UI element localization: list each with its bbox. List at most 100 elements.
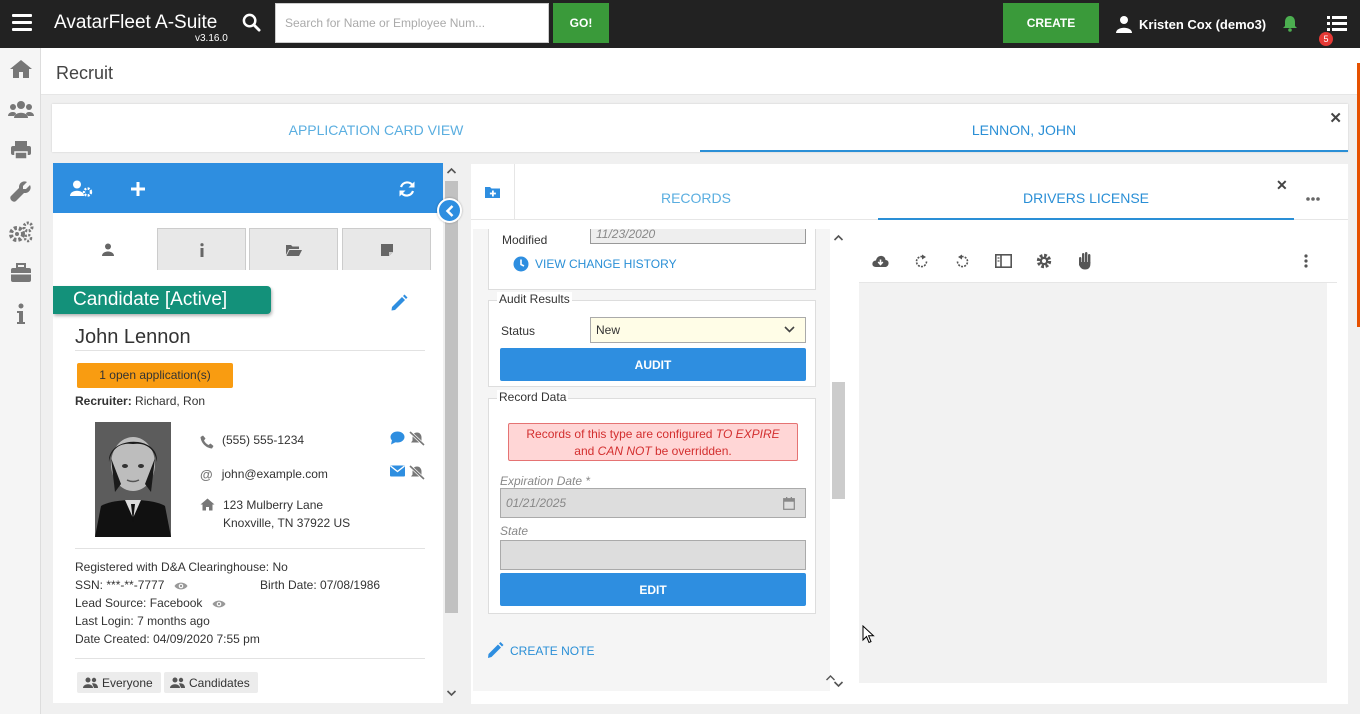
gear-icon[interactable] — [1035, 252, 1053, 270]
page-header: Recruit — [41, 48, 1360, 95]
chevron-down-icon — [784, 326, 795, 333]
notifications-off-icon[interactable] — [409, 465, 425, 480]
view-change-history-link[interactable]: VIEW CHANGE HISTORY — [513, 256, 677, 272]
create-button[interactable]: CREATE — [1003, 3, 1099, 43]
address: 123 Mulberry Lane Knoxville, TN 37922 US — [223, 496, 350, 532]
scroll-up-icon[interactable] — [444, 165, 459, 177]
viewer-toolbar — [859, 231, 1337, 283]
edit-button[interactable]: EDIT — [500, 573, 806, 606]
rotate-clockwise-icon[interactable] — [912, 252, 930, 270]
alert-text-1: Records of this type are configured — [526, 427, 713, 441]
envelope-icon[interactable] — [390, 465, 405, 477]
sidebar-toggle-icon[interactable] — [994, 252, 1012, 270]
date-created-value: 04/09/2020 7:55 pm — [153, 632, 260, 646]
status-select[interactable]: New — [590, 317, 806, 343]
refresh-icon[interactable] — [398, 180, 416, 201]
audit-button[interactable]: AUDIT — [500, 348, 806, 381]
date-created-line: Date Created: 04/09/2020 7:55 pm — [75, 632, 260, 646]
go-button[interactable]: GO! — [553, 3, 609, 43]
candidate-panel: Candidate [Active] John Lennon 1 open ap… — [53, 163, 443, 703]
scroll-up-icon[interactable] — [830, 232, 847, 244]
tab-records[interactable]: RECORDS — [515, 164, 877, 220]
more-vertical-icon[interactable] — [1297, 252, 1315, 270]
notifications-off-icon[interactable] — [409, 431, 425, 446]
tab-application-card-view[interactable]: APPLICATION CARD VIEW — [52, 104, 700, 152]
state-field[interactable] — [500, 540, 806, 570]
wrench-icon[interactable] — [8, 178, 34, 204]
new-folder-icon[interactable] — [471, 164, 515, 220]
create-note-label: CREATE NOTE — [510, 643, 595, 658]
eye-icon[interactable] — [212, 599, 226, 609]
tab-notes[interactable] — [342, 228, 431, 270]
open-applications-badge[interactable]: 1 open application(s) — [77, 363, 233, 388]
expiration-date-label: Expiration Date * — [500, 474, 591, 488]
pan-hand-icon[interactable] — [1076, 252, 1094, 270]
birth-date-value: 07/08/1986 — [320, 578, 381, 592]
tab-documents[interactable] — [249, 228, 338, 270]
create-note-link[interactable]: CREATE NOTE — [487, 642, 594, 659]
expiration-date-value: 01/21/2025 — [506, 496, 567, 510]
group-chip[interactable]: Everyone — [77, 672, 161, 693]
bell-icon[interactable] — [1282, 15, 1298, 35]
view-change-history-label: VIEW CHANGE HISTORY — [535, 257, 677, 271]
home-icon[interactable] — [8, 56, 34, 82]
last-login-value: 7 months ago — [137, 614, 210, 628]
rotate-counterclockwise-icon[interactable] — [953, 252, 971, 270]
modified-label: Modified — [502, 233, 548, 247]
scroll-down-icon[interactable] — [444, 687, 459, 699]
ssn-value: ***-**-7777 — [106, 578, 165, 592]
candidate-scrollbar[interactable] — [444, 163, 459, 703]
audit-results-legend: Audit Results — [497, 292, 572, 306]
more-options-icon[interactable] — [1306, 189, 1320, 204]
users-icon — [170, 677, 185, 688]
scroll-down-icon[interactable] — [830, 678, 847, 690]
main-tabs: APPLICATION CARD VIEW LENNON, JOHN ✕ — [52, 104, 1348, 152]
tab-candidate[interactable]: LENNON, JOHN — [700, 104, 1348, 152]
phone-number[interactable]: (555) 555-1234 — [222, 433, 304, 447]
user-menu[interactable]: Kristen Cox (demo3) — [1115, 14, 1266, 34]
eye-icon[interactable] — [174, 581, 188, 591]
group-chip[interactable]: Candidates — [164, 672, 258, 693]
close-icon[interactable]: ✕ — [1276, 177, 1288, 194]
birth-date-line: Birth Date: 07/08/1986 — [260, 578, 380, 592]
recruiter-value: Richard, Ron — [135, 394, 206, 408]
record-data-section: Record Data Records of this type are con… — [488, 390, 816, 614]
home-icon — [200, 498, 215, 511]
record-form: Modified 11/23/2020 VIEW CHANGE HISTORY … — [473, 229, 831, 691]
info-icon — [199, 242, 204, 257]
briefcase-icon[interactable] — [8, 260, 34, 286]
print-icon[interactable] — [8, 137, 34, 163]
calendar-icon[interactable] — [783, 497, 795, 510]
user-settings-icon[interactable] — [70, 180, 93, 200]
tab-profile[interactable] — [63, 228, 152, 270]
scrollbar-thumb[interactable] — [832, 382, 845, 499]
tab-info[interactable] — [157, 228, 246, 270]
notification-badge: 5 — [1319, 32, 1333, 46]
email-address[interactable]: john@example.com — [222, 467, 328, 481]
top-bar: AvatarFleet A-Suite v3.16.0 GO! CREATE K… — [0, 0, 1360, 48]
record-data-legend: Record Data — [497, 390, 569, 404]
hamburger-menu-icon[interactable] — [12, 14, 32, 32]
audit-results-section: Audit Results Status New AUDIT — [488, 292, 816, 387]
recruiter-label: Recruiter: — [75, 394, 132, 408]
tab-drivers-license[interactable]: DRIVERS LICENSE — [878, 164, 1294, 220]
search-input[interactable] — [275, 3, 549, 43]
state-label: State — [500, 524, 529, 538]
add-icon[interactable] — [131, 182, 145, 199]
edit-pencil-icon[interactable] — [390, 294, 408, 315]
clearinghouse-label: Registered with D&A Clearinghouse: — [75, 560, 270, 574]
document-canvas[interactable] — [859, 283, 1327, 683]
address-row: 123 Mulberry Lane Knoxville, TN 37922 US — [200, 496, 350, 532]
scrollbar-thumb[interactable] — [445, 181, 458, 613]
gears-icon[interactable] — [8, 219, 34, 245]
form-scrollbar[interactable] — [826, 229, 847, 691]
expiration-date-field[interactable]: 01/21/2025 — [500, 488, 806, 518]
users-icon[interactable] — [8, 96, 34, 122]
email-actions — [390, 465, 425, 480]
folder-open-icon — [285, 244, 302, 256]
close-icon[interactable]: ✕ — [1329, 109, 1342, 127]
info-icon[interactable] — [8, 301, 34, 327]
chat-icon[interactable] — [390, 431, 405, 445]
collapse-panel-button[interactable] — [437, 198, 462, 223]
cloud-download-icon[interactable] — [871, 252, 889, 270]
